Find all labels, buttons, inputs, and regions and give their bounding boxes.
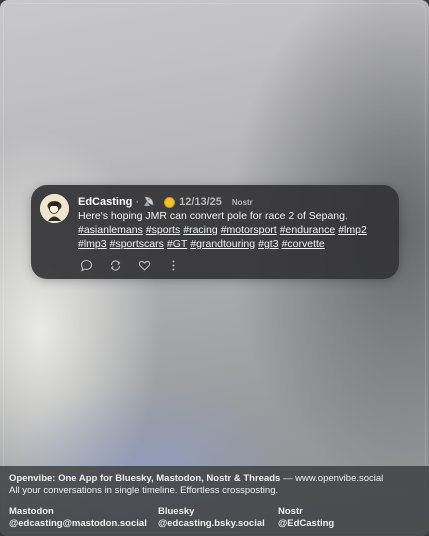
account-network: Bluesky: [158, 506, 195, 517]
account-network: Mastodon: [9, 506, 54, 517]
promo-title: Openvibe: One App for Bluesky, Mastodon,…: [9, 473, 281, 484]
account-mastodon: Mastodon @edcasting@mastodon.social: [9, 506, 147, 530]
hashtag-link[interactable]: #GT: [167, 237, 187, 251]
post-actions: [79, 258, 195, 272]
network-label: Nostr: [231, 197, 253, 207]
hashtag-link[interactable]: #corvette: [282, 237, 325, 251]
author-name[interactable]: EdCasting: [78, 196, 132, 208]
reply-icon[interactable]: [79, 258, 93, 272]
hashtag-list: #asianlemans #sports #racing #motorsport #en…: [78, 223, 393, 251]
post-card[interactable]: EdCasting · 12/13/25 Nostr Here's hoping…: [31, 185, 399, 279]
like-icon[interactable]: [137, 258, 151, 272]
avatar[interactable]: [40, 194, 69, 223]
account-bluesky: Bluesky @edcasting.bsky.social: [158, 506, 265, 530]
promo-subtitle: All your conversations in single timelin…: [9, 485, 279, 496]
post-date: 12/13/25: [179, 196, 222, 208]
post-body: Here's hoping JMR can convert pole for r…: [78, 209, 393, 251]
account-handle[interactable]: @edcasting@mastodon.social: [9, 518, 147, 530]
promo-dash: —: [280, 473, 296, 484]
hashtag-link[interactable]: #lmp3: [78, 237, 107, 251]
repost-icon[interactable]: [108, 258, 122, 272]
post-text: Here's hoping JMR can convert pole for r…: [78, 210, 348, 222]
account-network: Nostr: [278, 506, 303, 517]
background: EdCasting · 12/13/25 Nostr Here's hoping…: [0, 0, 429, 536]
more-icon[interactable]: [166, 258, 180, 272]
coin-icon: [164, 196, 176, 208]
satellite-dish-icon: [142, 196, 155, 208]
promo-url[interactable]: www.openvibe.social: [295, 473, 383, 484]
hashtag-link[interactable]: #asianlemans: [78, 223, 143, 237]
account-nostr: Nostr @EdCasting: [278, 506, 334, 530]
promo-footer: Openvibe: One App for Bluesky, Mastodon,…: [0, 466, 429, 536]
post-header: EdCasting · 12/13/25 Nostr: [78, 195, 253, 209]
hashtag-link[interactable]: #gt3: [258, 237, 278, 251]
hashtag-link[interactable]: #grandtouring: [190, 237, 255, 251]
hashtag-link[interactable]: #motorsport: [221, 223, 277, 237]
account-handle[interactable]: @edcasting.bsky.social: [158, 518, 265, 530]
account-handle[interactable]: @EdCasting: [278, 518, 334, 530]
hashtag-link[interactable]: #racing: [183, 223, 217, 237]
hashtag-link[interactable]: #sports: [146, 223, 180, 237]
hashtag-link[interactable]: #endurance: [280, 223, 335, 237]
hashtag-link[interactable]: #lmp2: [338, 223, 367, 237]
promo-line: Openvibe: One App for Bluesky, Mastodon,…: [9, 473, 383, 484]
hashtag-link[interactable]: #sportscars: [110, 237, 164, 251]
header-separator: ·: [135, 196, 140, 208]
